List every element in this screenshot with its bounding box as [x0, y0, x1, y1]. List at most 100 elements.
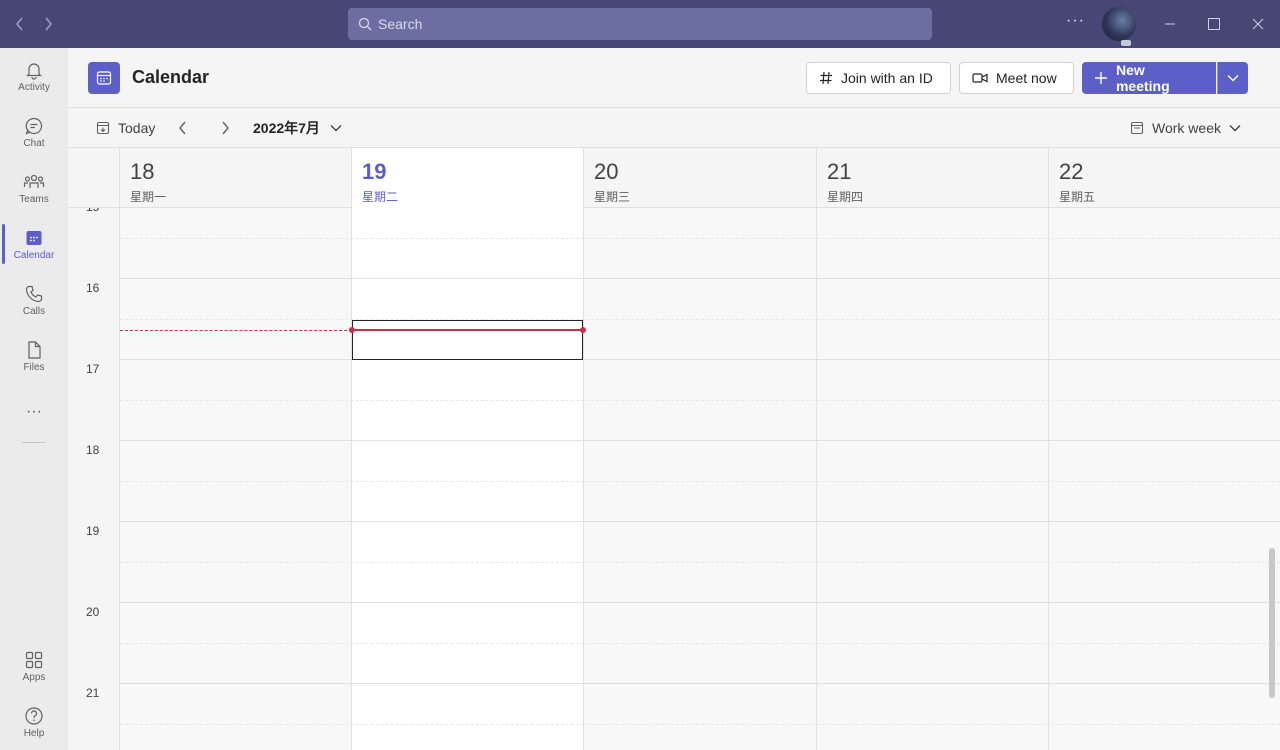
- rail-item-label: Calls: [22, 305, 46, 317]
- chevron-down-icon: [1227, 75, 1239, 82]
- day-column[interactable]: [119, 208, 351, 750]
- rail-item-chat[interactable]: Chat: [0, 104, 68, 160]
- month-picker[interactable]: 2022年7月: [253, 108, 342, 148]
- app-rail: Activity Chat Teams Calendar Calls Files…: [0, 48, 68, 750]
- hour-label: 19: [86, 524, 100, 538]
- rail-item-calls[interactable]: Calls: [0, 272, 68, 328]
- rail-item-label: Chat: [23, 137, 45, 149]
- minimize-icon[interactable]: [1158, 12, 1182, 36]
- bell-icon: [26, 62, 42, 80]
- new-meeting-button[interactable]: New meeting: [1082, 62, 1216, 94]
- day-name: 星期二: [362, 190, 399, 204]
- day-header[interactable]: 20 星期三: [583, 148, 816, 208]
- calendar-icon: [26, 230, 42, 245]
- half-hour-line: [120, 400, 1280, 401]
- half-hour-line: [120, 481, 1280, 482]
- day-number: 18: [130, 159, 155, 184]
- half-hour-line: [120, 724, 1280, 725]
- hour-label: 18: [86, 443, 100, 457]
- rail-divider: [22, 442, 46, 443]
- rail-item-label: Calendar: [13, 249, 55, 261]
- phone-icon: [25, 285, 43, 302]
- selected-time-slot[interactable]: [352, 320, 583, 360]
- teams-icon: [23, 174, 45, 188]
- day-header[interactable]: 22 星期五: [1048, 148, 1280, 208]
- day-column[interactable]: [816, 208, 1048, 750]
- plus-icon: [1094, 72, 1107, 84]
- rail-item-label: Activity: [18, 81, 50, 93]
- rail-item-calendar[interactable]: Calendar: [0, 216, 68, 272]
- vertical-scrollbar[interactable]: [1269, 548, 1275, 698]
- calendar-grid[interactable]: 15 16 17 18 19 20 21: [68, 208, 1280, 750]
- hour-label: 16: [86, 281, 100, 295]
- rail-item-files[interactable]: Files: [0, 328, 68, 384]
- next-week-button[interactable]: [220, 108, 238, 148]
- calendar-header: Calendar Join with an ID Meet now New me…: [68, 48, 1280, 108]
- chevron-right-icon: [222, 121, 229, 135]
- today-button[interactable]: Today: [96, 108, 155, 148]
- day-header-today[interactable]: 19 星期二: [351, 148, 583, 208]
- more-icon: ···: [26, 403, 42, 420]
- hour-label: 17: [86, 362, 100, 376]
- search-icon: [358, 17, 372, 31]
- day-name: 星期三: [594, 190, 631, 204]
- search-placeholder: Search: [378, 16, 423, 32]
- hour-label: 20: [86, 605, 100, 619]
- previous-week-button[interactable]: [178, 108, 196, 148]
- calendar-app-icon: [88, 62, 120, 94]
- half-hour-line: [120, 238, 1280, 239]
- chat-icon: [25, 117, 43, 135]
- hour-line: [120, 602, 1280, 603]
- day-column[interactable]: [583, 208, 816, 750]
- day-name: 星期四: [827, 190, 864, 204]
- forward-icon[interactable]: [36, 12, 60, 36]
- day-number: 20: [594, 159, 619, 184]
- back-icon[interactable]: [8, 12, 32, 36]
- rail-item-label: Apps: [22, 671, 46, 683]
- rail-item-teams[interactable]: Teams: [0, 160, 68, 216]
- day-header[interactable]: 18 星期一: [119, 148, 351, 208]
- rail-item-label: Files: [23, 361, 45, 373]
- search-input[interactable]: Search: [348, 8, 932, 40]
- rail-item-apps[interactable]: Apps: [0, 638, 68, 694]
- hour-label: 15: [86, 208, 99, 214]
- hashtag-icon: [820, 71, 832, 85]
- maximize-icon[interactable]: [1202, 12, 1226, 36]
- day-column[interactable]: [1048, 208, 1280, 750]
- current-time-dot: [580, 327, 586, 333]
- view-switcher[interactable]: Work week: [1130, 108, 1241, 148]
- page-title: Calendar: [132, 67, 210, 87]
- file-icon: [28, 340, 41, 359]
- new-meeting-dropdown[interactable]: [1217, 62, 1248, 94]
- current-time-guide: [120, 330, 352, 331]
- rail-item-label: Help: [23, 727, 45, 739]
- rail-item-activity[interactable]: Activity: [0, 48, 68, 104]
- current-time-line: [352, 329, 584, 331]
- hour-line: [120, 440, 1280, 441]
- join-with-id-button[interactable]: Join with an ID: [806, 62, 951, 94]
- chevron-left-icon: [179, 121, 186, 135]
- half-hour-line: [120, 319, 1280, 320]
- day-name: 星期五: [1059, 190, 1096, 204]
- title-bar: Search ···: [0, 0, 1280, 48]
- active-indicator: [2, 224, 5, 264]
- time-column: 15 16 17 18 19 20 21: [68, 208, 120, 750]
- calendar-today-icon: [96, 121, 110, 135]
- apps-icon: [25, 651, 43, 668]
- rail-item-help[interactable]: Help: [0, 694, 68, 750]
- more-options-icon[interactable]: ···: [1066, 12, 1085, 30]
- more-apps-button[interactable]: ···: [0, 384, 68, 440]
- avatar[interactable]: [1102, 7, 1136, 41]
- calendar-view-icon: [1130, 121, 1144, 135]
- video-camera-icon: [972, 73, 988, 83]
- half-hour-line: [120, 643, 1280, 644]
- meet-now-button[interactable]: Meet now: [959, 62, 1074, 94]
- current-time-dot: [349, 327, 355, 333]
- close-icon[interactable]: [1246, 12, 1270, 36]
- day-header[interactable]: 21 星期四: [816, 148, 1048, 208]
- day-number: 19: [362, 159, 387, 184]
- rail-item-label: Teams: [19, 193, 49, 205]
- day-number: 21: [827, 159, 852, 184]
- day-column-today[interactable]: [351, 208, 583, 750]
- hour-line: [120, 683, 1280, 684]
